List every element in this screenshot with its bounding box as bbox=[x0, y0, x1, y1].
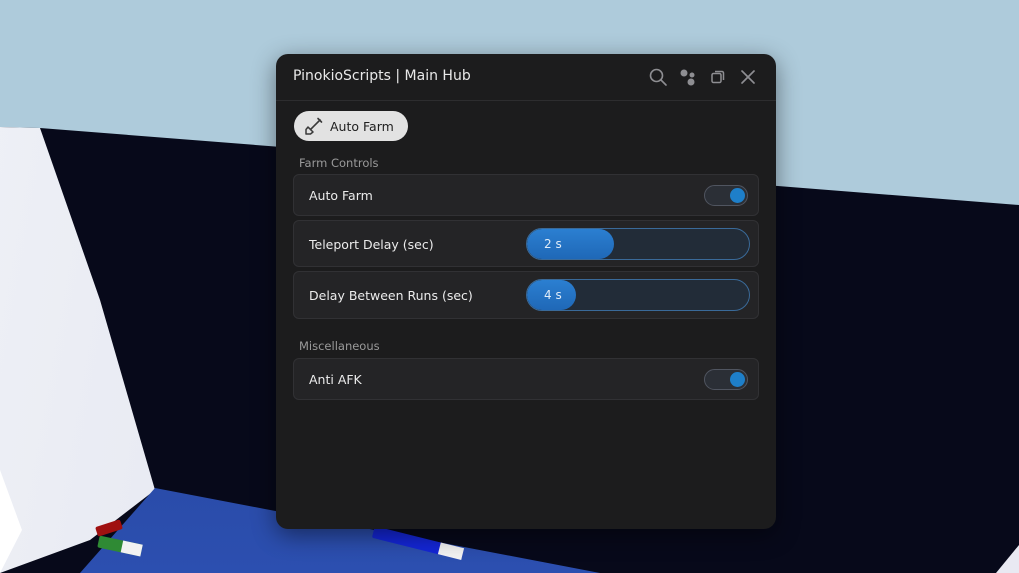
search-icon[interactable] bbox=[648, 67, 668, 87]
tab-bar: Auto Farm bbox=[294, 111, 408, 141]
slider-fill bbox=[527, 229, 614, 259]
toggle-knob bbox=[730, 372, 745, 387]
anti-afk-label: Anti AFK bbox=[309, 372, 362, 387]
section-label-miscellaneous: Miscellaneous bbox=[299, 339, 380, 353]
section-label-farm-controls: Farm Controls bbox=[299, 156, 379, 170]
anti-afk-row: Anti AFK bbox=[293, 358, 759, 400]
anti-afk-toggle[interactable] bbox=[704, 369, 748, 390]
teleport-delay-row: Teleport Delay (sec) 2 s bbox=[293, 220, 759, 267]
minimize-icon[interactable] bbox=[708, 67, 728, 87]
teleport-delay-slider[interactable]: 2 s bbox=[526, 228, 750, 260]
auto-farm-label: Auto Farm bbox=[309, 188, 373, 203]
auto-farm-row: Auto Farm bbox=[293, 174, 759, 216]
shovel-icon bbox=[304, 116, 324, 136]
tab-label: Auto Farm bbox=[330, 118, 394, 134]
close-icon[interactable] bbox=[738, 67, 758, 87]
main-hub-window: PinokioScripts | Main Hub Auto Farm Farm… bbox=[276, 54, 776, 529]
slider-value: 2 s bbox=[544, 237, 562, 251]
tab-auto-farm[interactable]: Auto Farm bbox=[294, 111, 408, 141]
theme-icon[interactable] bbox=[678, 67, 698, 87]
window-title: PinokioScripts | Main Hub bbox=[293, 68, 471, 84]
title-bar[interactable]: PinokioScripts | Main Hub bbox=[276, 54, 776, 101]
auto-farm-toggle[interactable] bbox=[704, 185, 748, 206]
delay-between-runs-label: Delay Between Runs (sec) bbox=[309, 288, 473, 303]
delay-between-runs-row: Delay Between Runs (sec) 4 s bbox=[293, 271, 759, 319]
delay-between-runs-slider[interactable]: 4 s bbox=[526, 279, 750, 311]
toggle-knob bbox=[730, 188, 745, 203]
slider-value: 4 s bbox=[544, 288, 562, 302]
teleport-delay-label: Teleport Delay (sec) bbox=[309, 237, 434, 252]
